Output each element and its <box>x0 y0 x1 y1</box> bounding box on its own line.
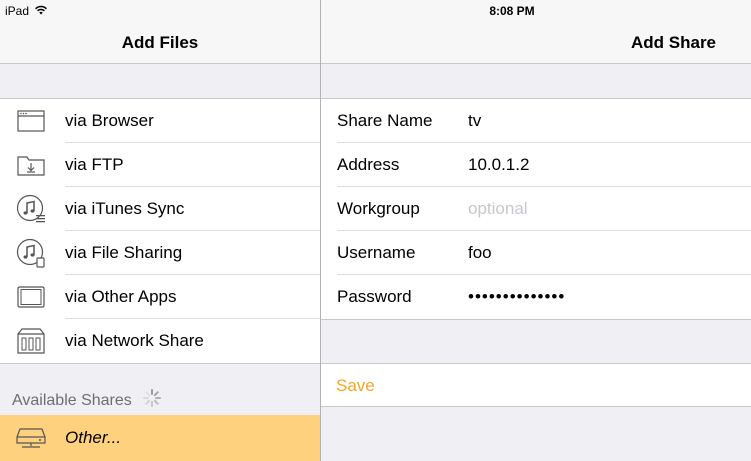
list-item-ftp[interactable]: via FTP <box>0 143 320 187</box>
form-row-password: Password <box>321 275 751 319</box>
left-nav-title: Add Files <box>121 33 199 52</box>
status-time: 8:08 PM <box>489 4 535 18</box>
list-item-browser[interactable]: via Browser <box>0 99 320 143</box>
list-item-label: via iTunes Sync <box>65 199 185 218</box>
form-row-share-name: Share Name <box>321 99 751 143</box>
list-item-network-share[interactable]: via Network Share <box>0 319 320 363</box>
list-item-label: via File Sharing <box>65 243 183 262</box>
field-label: Password <box>337 287 412 306</box>
status-bar: iPad 8:08 PM <box>0 0 751 20</box>
right-pane: Add Share Share Name Address Workgroup U… <box>321 0 751 461</box>
list-item-other-selected[interactable]: Other... <box>0 415 320 461</box>
network-drive-icon <box>16 327 46 355</box>
form-row-workgroup: Workgroup <box>321 187 751 231</box>
list-item-label: via Network Share <box>65 331 204 350</box>
save-button[interactable]: Save <box>336 376 375 396</box>
field-label: Share Name <box>337 111 433 130</box>
loading-spinner-icon <box>142 388 162 413</box>
music-note-list-icon <box>16 194 46 223</box>
workgroup-field[interactable] <box>468 197 738 221</box>
share-name-field[interactable] <box>468 109 738 133</box>
address-field[interactable] <box>468 153 738 177</box>
list-item-label: via Other Apps <box>65 287 177 306</box>
available-shares-header: Available Shares <box>12 388 162 413</box>
tablet-icon <box>16 283 46 311</box>
list-item-label: via FTP <box>65 155 124 174</box>
password-field[interactable] <box>468 285 738 309</box>
list-item-itunes-sync[interactable]: via iTunes Sync <box>0 187 320 231</box>
field-label: Workgroup <box>337 199 420 218</box>
save-row: Save <box>321 363 751 407</box>
split-divider <box>320 0 321 461</box>
music-note-device-icon <box>16 238 46 268</box>
field-label: Username <box>337 243 416 262</box>
add-share-form: Share Name Address Workgroup Username Pa… <box>321 98 751 320</box>
add-files-list: via Browser via FTP via iTunes Sync via … <box>0 98 320 364</box>
folder-download-icon <box>16 151 46 179</box>
list-item-file-sharing[interactable]: via File Sharing <box>0 231 320 275</box>
list-item-label: Other... <box>65 428 122 447</box>
form-row-address: Address <box>321 143 751 187</box>
section-header-label: Available Shares <box>12 391 132 409</box>
username-field[interactable] <box>468 241 738 265</box>
left-pane: Add Files via Browser via FTP via iTunes… <box>0 0 320 461</box>
form-row-username: Username <box>321 231 751 275</box>
right-nav-title: Add Share <box>631 33 717 52</box>
hard-drive-icon <box>16 427 46 449</box>
browser-window-icon <box>16 107 46 135</box>
list-item-label: via Browser <box>65 111 154 130</box>
list-item-other-apps[interactable]: via Other Apps <box>0 275 320 319</box>
field-label: Address <box>337 155 400 174</box>
